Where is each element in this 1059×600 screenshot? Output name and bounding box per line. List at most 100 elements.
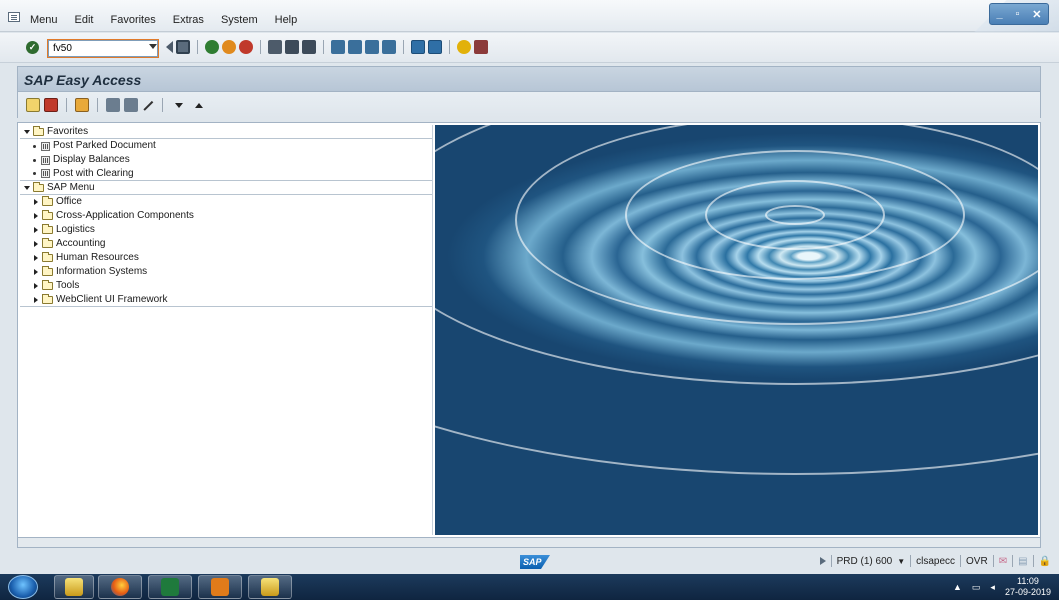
expand-right-icon[interactable] [34,227,38,233]
tree-node-sap-menu[interactable]: SAP Menu [20,181,432,195]
change-favorites-icon[interactable] [142,99,154,111]
tree-item-tools[interactable]: Tools [20,279,432,293]
back-arrow-icon[interactable] [165,41,173,53]
exit-orange-icon[interactable] [222,40,236,54]
menu-item-edit[interactable]: Edit [75,14,94,26]
delete-favorites-icon[interactable] [124,98,138,112]
outlook-icon [211,578,229,596]
layout-icon[interactable]: ▤ [1018,556,1027,567]
system-status: PRD (1) 600 ▼ clsapecc OVR ✉ ▤ 🔒 [819,555,1051,567]
tree-item-human-resources[interactable]: Human Resources [20,251,432,265]
tree-label: SAP Menu [47,181,95,193]
expand-down-icon[interactable] [24,129,30,134]
lock-icon[interactable]: 🔒 [1039,556,1051,567]
expand-right-icon[interactable] [34,296,38,303]
clock-time: 11:09 [1017,576,1039,586]
status-divider [960,555,962,567]
find-next-icon[interactable] [302,40,316,54]
help-icon[interactable] [457,40,471,54]
expand-right-icon[interactable] [34,269,38,275]
shortcut-icon[interactable] [428,40,442,54]
status-divider [1032,555,1034,567]
minimize-icon[interactable]: _ [996,8,1002,20]
tree-item-information-systems[interactable]: Information Systems [20,265,432,279]
customize-layout-icon[interactable] [474,40,488,54]
network-icon[interactable]: ▭ [972,582,981,593]
tree-item-cross-application[interactable]: Cross-Application Components [20,209,432,223]
excel-icon [161,578,179,596]
expand-right-icon[interactable] [34,241,38,247]
move-down-icon[interactable] [175,102,183,108]
menu-item-system[interactable]: System [221,14,258,26]
folder-icon [42,224,53,234]
tree-item-accounting[interactable]: Accounting [20,237,432,251]
folder-icon [42,196,53,206]
previous-page-icon[interactable] [348,40,362,54]
close-icon[interactable]: ✕ [1032,8,1041,21]
enter-check-icon[interactable]: ✓ [26,41,39,54]
tree-item-webclient[interactable]: WebClient UI Framework [20,293,432,307]
menu-item-extras[interactable]: Extras [173,14,204,26]
find-icon[interactable] [285,40,299,54]
tree-item-favorite[interactable]: Post Parked Document [20,139,432,153]
expand-down-icon[interactable] [24,185,30,190]
taskbar-app-firefox[interactable] [98,575,142,599]
start-button[interactable] [8,575,38,599]
expand-right-icon[interactable] [34,199,38,205]
menu-item-help[interactable]: Help [275,14,298,26]
expand-right-icon[interactable] [34,213,38,219]
tree-label: WebClient UI Framework [56,293,168,305]
move-up-icon[interactable] [195,102,203,108]
toolbar-separator [97,98,98,112]
next-page-icon[interactable] [365,40,379,54]
transaction-icon [41,169,50,178]
last-page-icon[interactable] [382,40,396,54]
menu-item-menu[interactable]: Menu [30,14,58,26]
system-info[interactable]: PRD (1) 600 [837,556,893,567]
system-tray: ▲ ▭ ◂ 11:09 27-09-2019 [953,576,1051,598]
tree-label: Post Parked Document [53,140,156,151]
taskbar-app-sap-logon[interactable] [54,575,94,599]
taskbar-app-outlook[interactable] [198,575,242,599]
tree-label: Office [56,196,82,207]
menu-item-favorites[interactable]: Favorites [111,14,156,26]
tree-item-office[interactable]: Office [20,195,432,209]
tree-item-logistics[interactable]: Logistics [20,223,432,237]
insert-mode[interactable]: OVR [966,556,988,567]
tray-expand-icon[interactable]: ▲ [953,582,962,592]
back-green-icon[interactable] [205,40,219,54]
expand-right-icon[interactable] [34,283,38,289]
command-dropdown-icon[interactable] [149,44,157,49]
bullet-icon [33,158,36,162]
tree-node-favorites[interactable]: Favorites [20,125,432,139]
clock-date: 27-09-2019 [1004,587,1051,597]
print-icon[interactable] [268,40,282,54]
user-menu-icon[interactable] [26,98,40,112]
maximize-icon[interactable]: ▫ [1015,8,1019,20]
expand-status-icon[interactable] [819,557,826,565]
add-to-favorites-icon[interactable] [106,98,120,112]
application-toolbar [17,92,1041,118]
save-icon[interactable] [176,40,190,54]
volume-icon[interactable]: ◂ [990,582,995,593]
taskbar-app-excel[interactable] [148,575,192,599]
tree-label: Cross-Application Components [56,210,194,221]
mail-icon[interactable]: ✉ [999,556,1007,567]
command-field[interactable] [47,39,159,58]
tree-label: Post with Clearing [53,167,134,179]
first-page-icon[interactable] [331,40,345,54]
sap-menu-icon[interactable] [44,98,58,112]
new-session-icon[interactable] [411,40,425,54]
server-name: clsapecc [916,555,956,567]
taskbar-app-sap-gui[interactable] [248,575,292,599]
dropdown-icon[interactable]: ▼ [897,557,905,566]
tree-label: Logistics [56,224,95,235]
tree-item-favorite[interactable]: Display Balances [20,153,432,167]
tree-item-favorite[interactable]: Post with Clearing [20,167,432,181]
firefox-icon [111,578,129,596]
system-menu-icon[interactable] [8,12,20,22]
expand-right-icon[interactable] [34,255,38,261]
clock[interactable]: 11:09 27-09-2019 [1005,576,1051,598]
other-menu-icon[interactable] [75,98,89,112]
cancel-red-icon[interactable] [239,40,253,54]
